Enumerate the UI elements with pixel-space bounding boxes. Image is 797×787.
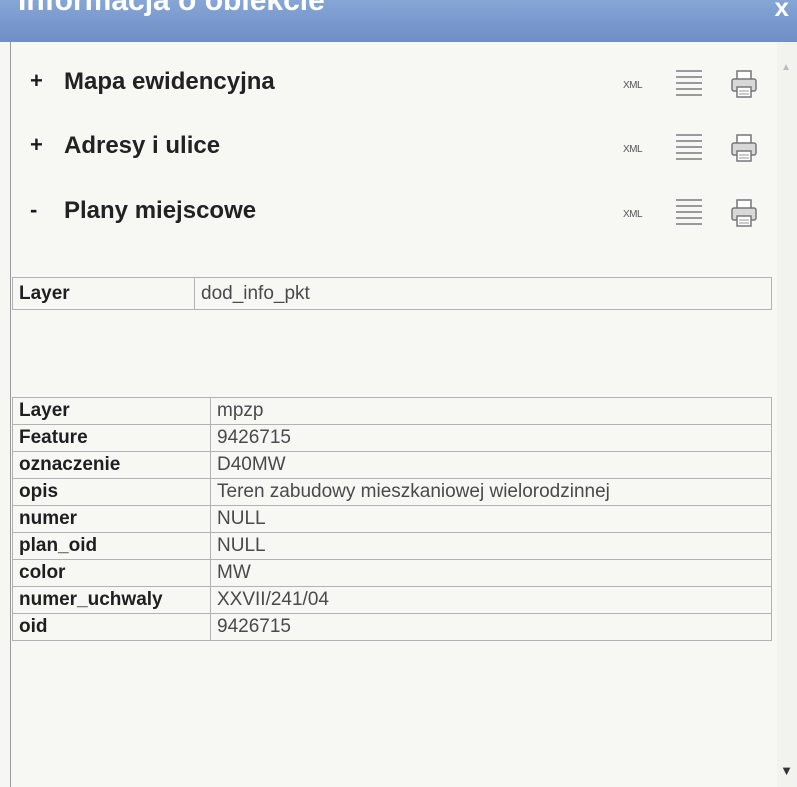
xml-export-button[interactable]: XML (623, 80, 643, 91)
table-row: plan_oid NULL (12, 532, 772, 560)
table-value: NULL (210, 505, 772, 533)
table-row: color MW (12, 559, 772, 587)
table-key: numer_uchwaly (12, 586, 211, 614)
table-key: Layer (12, 277, 195, 310)
table-value: mpzp (210, 397, 772, 425)
printer-icon[interactable] (728, 68, 760, 100)
table-key: opis (12, 478, 211, 506)
collapse-toggle[interactable]: - (30, 197, 50, 223)
table-key: oznaczenie (12, 451, 211, 479)
table-row: numer NULL (12, 505, 772, 533)
close-button[interactable]: x (775, 0, 789, 23)
scrollbar[interactable] (777, 42, 797, 787)
table-key: oid (12, 613, 211, 641)
section-mapa-ewidencyjna: + Mapa ewidencyjna XML (30, 66, 770, 106)
window-title: Informacja o obiekcie (18, 0, 325, 17)
table-key: Layer (12, 397, 211, 425)
list-icon[interactable] (676, 199, 702, 227)
table-row: opis Teren zabudowy mieszkaniowej wielor… (12, 478, 772, 506)
table-value: 9426715 (210, 424, 772, 452)
scroll-down-icon[interactable]: ▼ (780, 763, 793, 778)
window-titlebar: Informacja o obiekcie x (0, 0, 797, 42)
table-key: plan_oid (12, 532, 211, 560)
printer-icon[interactable] (728, 132, 760, 164)
list-icon[interactable] (676, 134, 702, 162)
table-row: Layer dod_info_pkt (12, 277, 772, 310)
table-row: numer_uchwaly XXVII/241/04 (12, 586, 772, 614)
table-value: 9426715 (210, 613, 772, 641)
table-value: D40MW (210, 451, 772, 479)
table-key: color (12, 559, 211, 587)
layer-table-mpzp: Layer mpzp Feature 9426715 oznaczenie D4… (12, 397, 772, 641)
table-key: Feature (12, 424, 211, 452)
table-value: MW (210, 559, 772, 587)
list-icon[interactable] (676, 70, 702, 98)
table-key: numer (12, 505, 211, 533)
section-plany-miejscowe: - Plany miejscowe XML (30, 195, 770, 235)
xml-export-button[interactable]: XML (623, 209, 643, 220)
table-row: Feature 9426715 (12, 424, 772, 452)
table-row: Layer mpzp (12, 397, 772, 425)
expand-toggle[interactable]: + (30, 68, 50, 94)
table-row: oid 9426715 (12, 613, 772, 641)
printer-icon[interactable] (728, 197, 760, 229)
layer-table-dod-info: Layer dod_info_pkt (12, 277, 772, 310)
section-adresy-i-ulice: + Adresy i ulice XML (30, 130, 770, 170)
table-value: XXVII/241/04 (210, 586, 772, 614)
table-row: oznaczenie D40MW (12, 451, 772, 479)
xml-export-button[interactable]: XML (623, 144, 643, 155)
table-value: dod_info_pkt (194, 277, 772, 310)
section-label[interactable]: Mapa ewidencyjna (64, 68, 275, 96)
expand-toggle[interactable]: + (30, 132, 50, 158)
section-label[interactable]: Adresy i ulice (64, 132, 220, 160)
scroll-up-icon[interactable]: ▲ (781, 62, 791, 73)
section-label[interactable]: Plany miejscowe (64, 197, 256, 225)
table-value: NULL (210, 532, 772, 560)
table-value: Teren zabudowy mieszkaniowej wielorodzin… (210, 478, 772, 506)
